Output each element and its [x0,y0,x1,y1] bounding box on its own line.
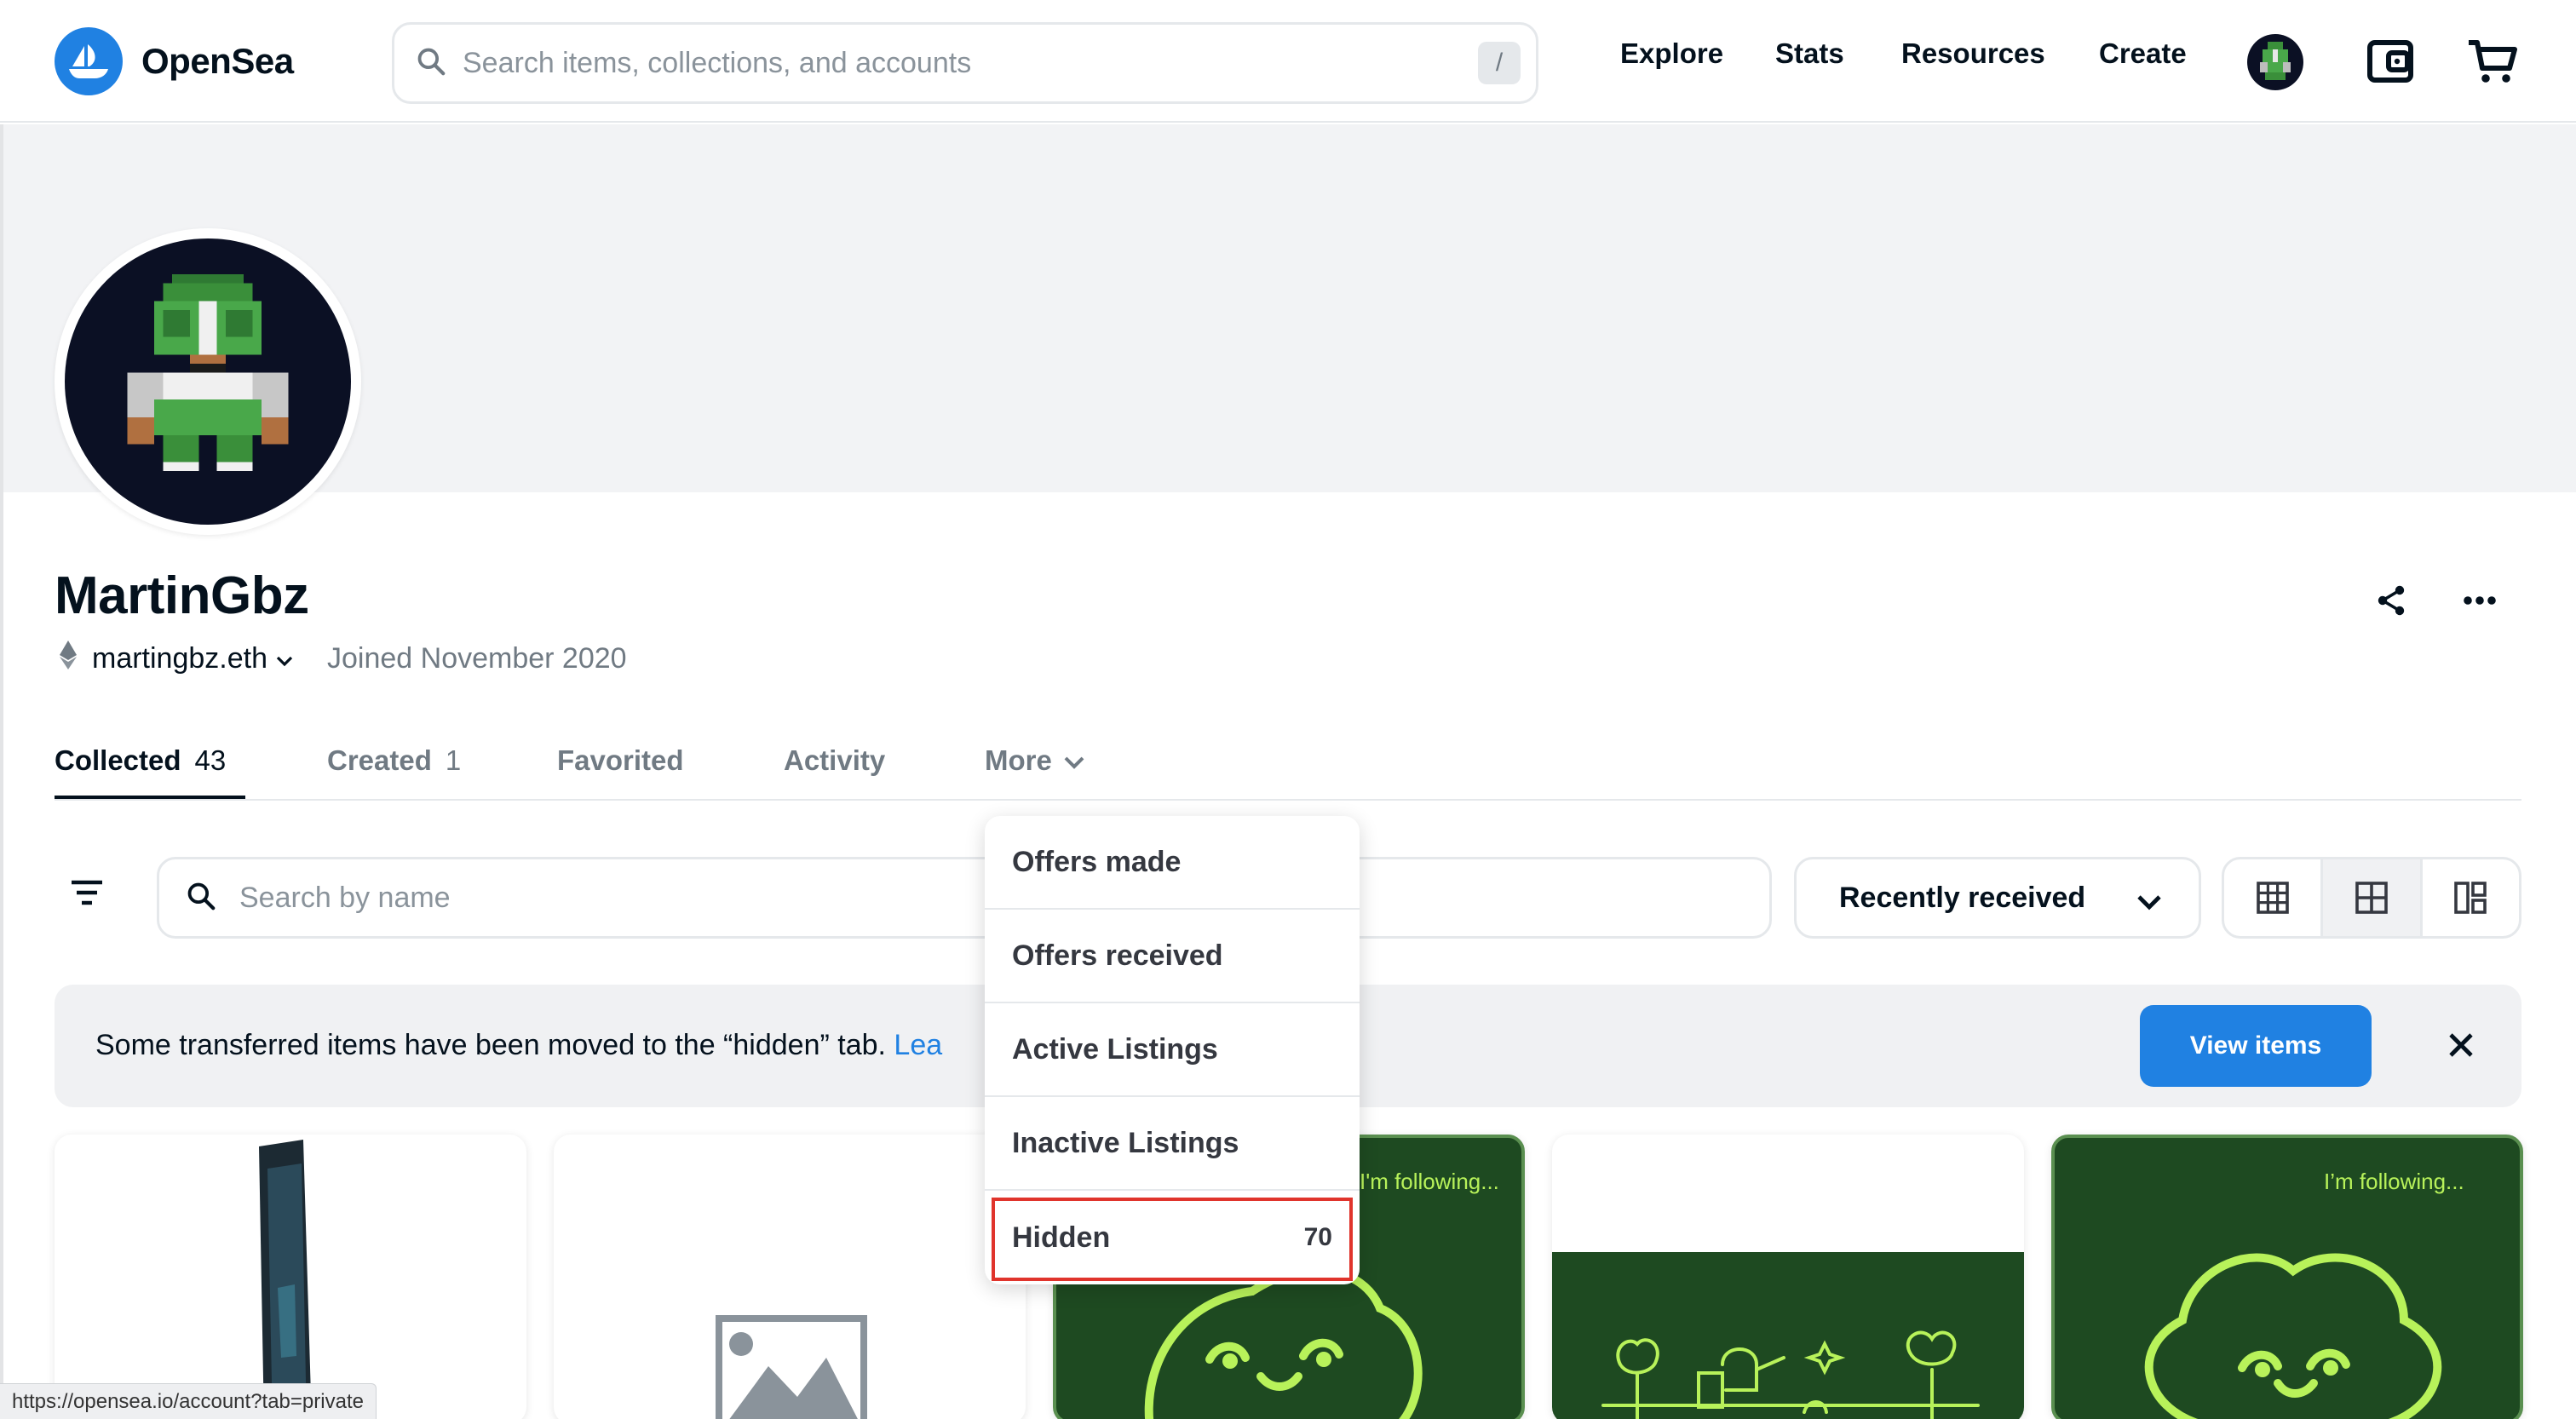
menu-item-label: Inactive Listings [1012,1126,1239,1159]
view-mode-toggle [2222,857,2521,939]
profile-tabs: Collected 43 Created 1 Favorited Activit… [55,739,2521,801]
global-search-input[interactable]: Search items, collections, and accounts … [392,22,1538,104]
tab-count: 43 [194,744,227,776]
tab-label: Activity [784,744,886,776]
view-items-button[interactable]: View items [2140,1005,2372,1087]
sort-label: Recently received [1839,881,2086,914]
chevron-down-icon [1064,744,1084,777]
menu-item-offers-made[interactable]: Offers made [985,816,1360,910]
profile-picture-frame[interactable] [55,228,361,535]
close-icon[interactable] [2440,1024,2482,1066]
menu-item-label: Active Listings [1012,1032,1218,1066]
tab-count: 1 [445,744,462,776]
profile-banner [0,124,2576,492]
active-tab-indicator [55,796,245,799]
image-placeholder-icon [716,1315,867,1419]
sailboat-icon [55,27,123,95]
menu-item-active-listings[interactable]: Active Listings [985,1003,1360,1097]
account-avatar[interactable] [2247,34,2303,90]
tab-favorited[interactable]: Favorited [557,744,684,777]
left-edge-shade [0,124,3,1419]
masonry-view-button[interactable] [2423,859,2519,936]
nav-explore[interactable]: Explore [1620,37,1723,70]
profile-username: MartinGbz [55,566,309,625]
nav-create[interactable]: Create [2099,37,2187,70]
highlight-box [992,1198,1353,1281]
opensea-logo[interactable]: OpenSea [55,27,294,95]
wallet-icon[interactable] [2363,34,2418,89]
nav-stats[interactable]: Stats [1775,37,1844,70]
filter-icon[interactable] [70,879,121,916]
tab-label: Collected [55,744,181,776]
card-artwork [2144,1253,2442,1419]
chevron-down-icon [2137,885,2161,918]
tab-label: Favorited [557,744,684,776]
menu-item-label: Offers received [1012,939,1223,972]
nft-card[interactable] [1552,1135,2024,1419]
menu-item-inactive-listings[interactable]: Inactive Listings [985,1097,1360,1191]
tab-activity[interactable]: Activity [784,744,885,777]
joined-date: Joined November 2020 [327,642,627,675]
search-placeholder: Search items, collections, and accounts [463,46,972,79]
more-menu: Offers made Offers received Active Listi… [985,816,1360,1284]
notice-text: Some transferred items have been moved t… [95,1029,886,1061]
nav-resources[interactable]: Resources [1901,37,2045,70]
sort-dropdown[interactable]: Recently received [1794,857,2201,939]
ens-address[interactable]: martingbz.eth [92,642,267,675]
tab-label: Created [327,744,432,776]
card-artwork [1601,1330,1980,1419]
link-status-bar: https://opensea.io/account?tab=private [0,1383,377,1419]
tab-more[interactable]: More [985,744,1084,777]
menu-item-label: Offers made [1012,845,1182,878]
profile-picture [65,238,351,525]
ethereum-icon [60,641,77,677]
tab-created[interactable]: Created 1 [327,744,461,777]
grid-small-view-button[interactable] [2224,859,2324,936]
top-header: OpenSea Search items, collections, and a… [0,0,2576,123]
brand-name: OpenSea [141,41,294,81]
nft-card[interactable]: I’m following... [2051,1135,2523,1419]
grid-large-view-button[interactable] [2323,859,2423,936]
share-icon[interactable] [2370,579,2412,622]
notice-message: Some transferred items have been moved t… [95,1029,942,1062]
chevron-down-icon[interactable] [276,642,293,675]
menu-item-offers-received[interactable]: Offers received [985,910,1360,1003]
learn-more-link[interactable]: Lea [894,1029,942,1061]
search-by-name-input[interactable]: Search by name [157,857,1772,939]
search-icon [185,880,217,916]
tab-collected[interactable]: Collected 43 [55,744,226,777]
search-shortcut-badge: / [1478,42,1521,84]
nft-card[interactable] [554,1135,1026,1419]
search-icon [415,45,447,82]
search-by-name-placeholder: Search by name [239,881,451,914]
card-artwork [259,1140,312,1419]
cart-icon[interactable] [2465,34,2520,89]
more-options-icon[interactable] [2458,579,2501,622]
tab-label: More [985,744,1052,776]
nft-card[interactable] [55,1135,526,1419]
profile-meta-row: martingbz.eth Joined November 2020 [60,641,627,677]
